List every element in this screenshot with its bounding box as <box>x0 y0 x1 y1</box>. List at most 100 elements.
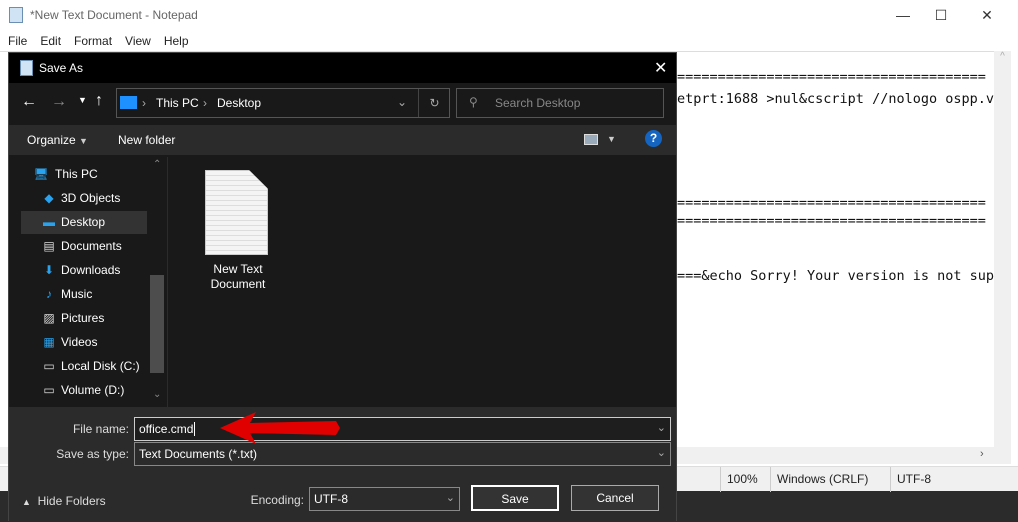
file-encoding: UTF-8 <box>890 467 931 492</box>
menu-edit[interactable]: Edit <box>32 30 66 48</box>
search-input[interactable]: Search Desktop <box>495 96 580 110</box>
zoom-level: 100% <box>720 467 758 492</box>
music-icon: ♪ <box>46 287 52 301</box>
drive-icon: ▭ <box>43 383 55 397</box>
caret-down-icon[interactable]: ▼ <box>607 134 616 144</box>
menu-view[interactable]: View <box>117 30 156 48</box>
window-title: *New Text Document - Notepad <box>30 8 198 22</box>
sidebar-item-label: This PC <box>55 167 98 181</box>
sidebar-item[interactable]: ▤ Documents <box>21 235 147 258</box>
desktop-icon <box>120 96 137 109</box>
save-button[interactable]: Save <box>471 485 559 511</box>
file-name-label: File name: <box>72 422 129 436</box>
caret-up-icon: ▲ <box>22 497 31 507</box>
search-icon: ⚲ <box>469 95 478 109</box>
caret-down-icon: ▼ <box>79 136 88 146</box>
chevron-down-icon[interactable]: ⌄ <box>397 95 407 109</box>
address-bar[interactable]: › This PC › Desktop ⌄ ↻ <box>116 88 450 118</box>
sidebar-item[interactable]: ▬ Desktop <box>21 211 147 234</box>
maximize-button[interactable]: ☐ <box>918 0 964 30</box>
recent-chevron-icon[interactable]: ▼ <box>78 95 87 105</box>
notepad-titlebar: *New Text Document - Notepad — ☐ ✕ <box>0 0 1018 30</box>
text-line: ====================================== <box>677 213 986 229</box>
menu-bar: File Edit Format View Help <box>0 30 194 50</box>
chevron-down-icon[interactable]: ⌄ <box>657 421 666 434</box>
scrollbar-thumb[interactable] <box>150 275 164 373</box>
menu-file[interactable]: File <box>0 30 32 48</box>
scroll-down-icon[interactable]: ⌄ <box>153 389 161 400</box>
sidebar-item[interactable]: ▭ Volume (D:) <box>21 379 147 402</box>
close-icon[interactable]: ✕ <box>654 58 667 78</box>
chevron-down-icon: ⌄ <box>656 447 666 459</box>
encoding-select[interactable]: UTF-8 ⌄ <box>309 487 460 511</box>
sidebar-item-label: Downloads <box>61 263 121 277</box>
notepad-icon <box>9 7 23 23</box>
sidebar-item-label: Volume (D:) <box>61 383 125 397</box>
sidebar-item[interactable]: ▦ Videos <box>21 331 147 354</box>
breadcrumb-desktop[interactable]: Desktop <box>217 96 261 110</box>
sidebar-item-label: Desktop <box>61 215 106 229</box>
sidebar-item[interactable]: ◆ 3D Objects <box>21 187 147 210</box>
separator-icon: › <box>203 96 207 110</box>
scroll-up-icon[interactable]: ⌃ <box>153 159 161 170</box>
navigation-bar: ← → ▼ ↑ › This PC › Desktop ⌄ ↻ ⚲ Search… <box>9 83 676 123</box>
vertical-scrollbar[interactable]: ^ <box>994 51 1011 464</box>
chevron-down-icon: ⌄ <box>445 492 455 504</box>
view-options-icon[interactable] <box>584 134 598 145</box>
sidebar-item-label: Videos <box>61 335 98 349</box>
organize-label: Organize <box>27 133 76 147</box>
new-folder-button[interactable]: New folder <box>118 133 175 147</box>
search-box[interactable]: ⚲ Search Desktop <box>456 88 664 118</box>
navigation-pane: 🖥 This PC ◆ 3D Objects ▬ Desktop ▤ Documents ⬇ Do… <box>9 157 167 407</box>
text-line: ====================================== <box>677 69 986 85</box>
save-type-select[interactable]: Text Documents (*.txt) ⌄ <box>134 442 671 466</box>
up-icon[interactable]: ↑ <box>95 92 103 110</box>
help-icon[interactable]: ? <box>645 130 662 147</box>
forward-icon[interactable]: → <box>51 93 67 111</box>
menu-format[interactable]: Format <box>66 30 117 48</box>
organize-button[interactable]: Organize ▼ <box>27 133 88 147</box>
sidebar-item[interactable]: ⬇ Downloads <box>21 259 147 282</box>
sidebar-item-label: Documents <box>61 239 122 253</box>
refresh-icon[interactable]: ↻ <box>418 89 450 117</box>
file-list: New Text Document <box>167 157 676 407</box>
cancel-button[interactable]: Cancel <box>571 485 659 511</box>
drive-icon: ▭ <box>43 359 55 373</box>
hide-folders-button[interactable]: ▲ Hide Folders <box>22 494 106 508</box>
dialog-title: Save As <box>39 61 84 75</box>
file-name-value: office.cmd <box>139 422 194 436</box>
red-arrow-annotation <box>220 412 340 444</box>
file-item[interactable]: New Text Document <box>188 167 288 291</box>
video-icon: ▦ <box>43 335 55 349</box>
line-ending: Windows (CRLF) <box>770 467 868 492</box>
back-icon[interactable]: ← <box>21 93 37 111</box>
encoding-value: UTF-8 <box>314 492 348 506</box>
sidebar-item-label: Local Disk (C:) <box>61 359 140 373</box>
hide-folders-label: Hide Folders <box>37 494 106 508</box>
sidebar-item[interactable]: ▭ Local Disk (C:) <box>21 355 147 378</box>
sidebar-item-label: Music <box>61 287 93 301</box>
encoding-label: Encoding: <box>250 493 304 507</box>
file-name-input[interactable]: office.cmd ⌄ <box>134 417 671 441</box>
text-file-icon <box>205 170 268 255</box>
menu-help[interactable]: Help <box>156 30 194 48</box>
scroll-right-icon[interactable]: › <box>980 448 984 460</box>
breadcrumb-this-pc[interactable]: This PC <box>156 96 199 110</box>
toolbar: Organize ▼ New folder ▼ ? <box>9 125 676 155</box>
computer-icon: 🖥 <box>33 167 49 181</box>
cube-icon: ◆ <box>44 191 54 205</box>
file-name-line: Document <box>210 277 266 291</box>
desktop-icon: ▬ <box>43 215 55 229</box>
sidebar-item[interactable]: ♪ Music <box>21 283 147 306</box>
sidebar-item-label: 3D Objects <box>61 191 121 205</box>
sidebar-item[interactable]: ▨ Pictures <box>21 307 147 330</box>
document-icon: ▤ <box>43 239 55 253</box>
sidebar-item[interactable]: 🖥 This PC <box>9 163 135 186</box>
text-line: etprt:1688 >nul&cscript //nologo ospp.v <box>677 91 994 107</box>
sidebar-item-label: Pictures <box>61 311 105 325</box>
navigation-pane-scrollbar[interactable]: ⌃ ⌄ <box>149 157 166 407</box>
dialog-titlebar: Save As ✕ <box>9 53 676 83</box>
close-button[interactable]: ✕ <box>964 0 1010 30</box>
notepad-icon <box>20 60 33 76</box>
save-type-label: Save as type: <box>56 447 129 461</box>
